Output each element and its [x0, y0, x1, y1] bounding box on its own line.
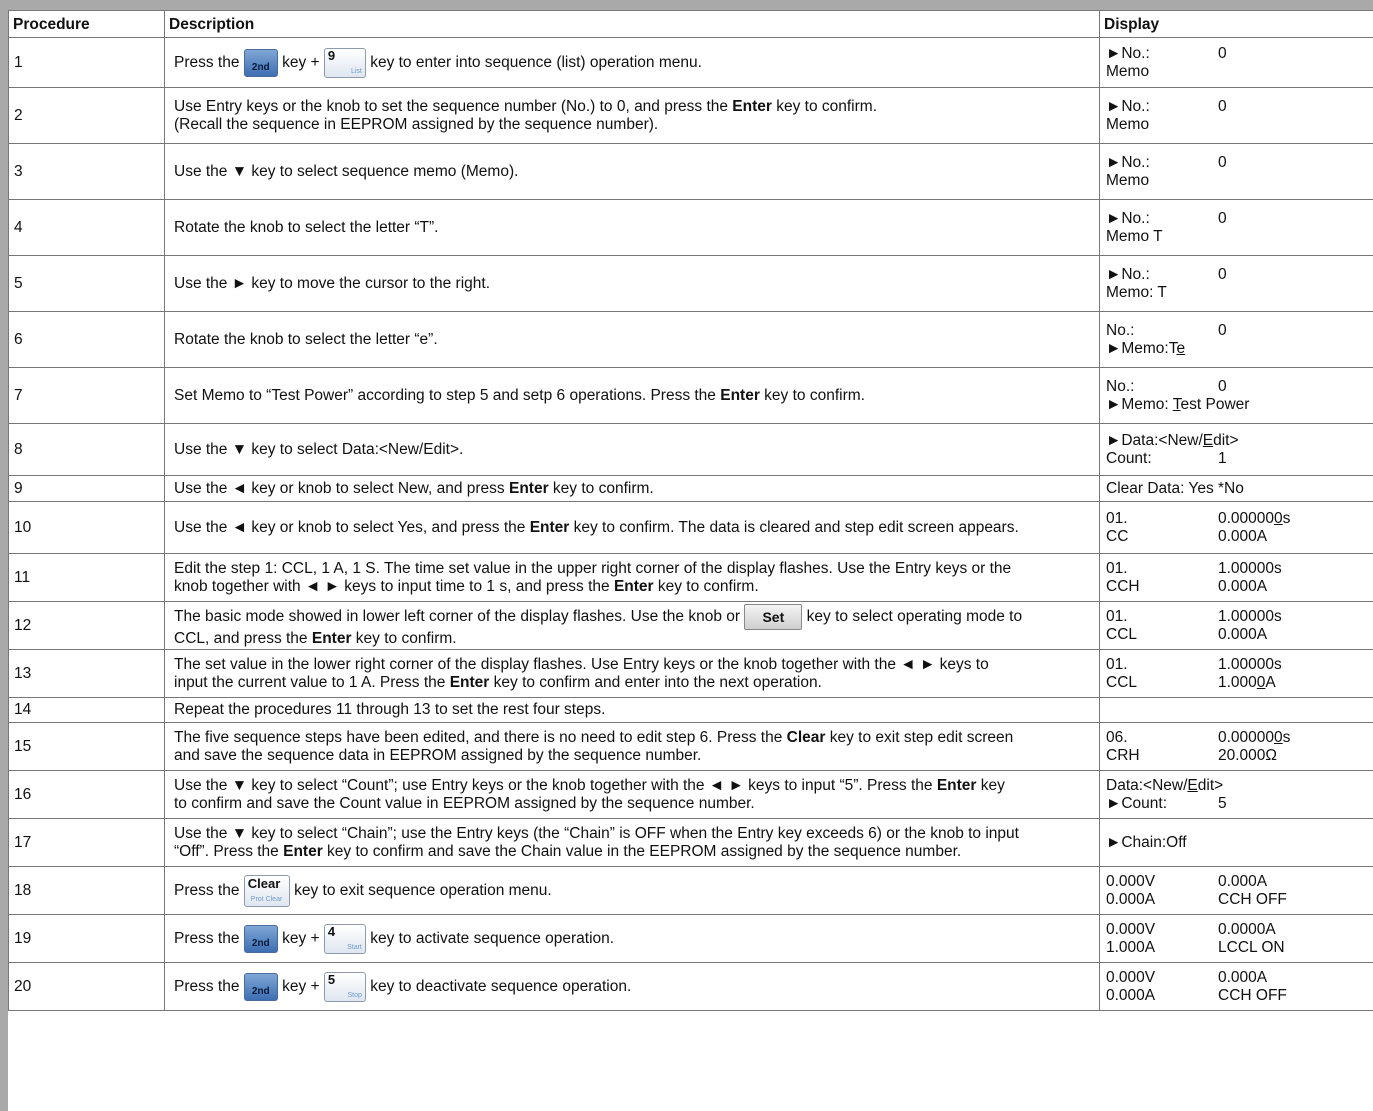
step-description: The set value in the lower right corner … [164, 649, 1100, 698]
step-description: Use the ◄ key or knob to select New, and… [164, 475, 1100, 502]
display-readout: Data:<New/Edit> ►Count: 5 [1099, 770, 1373, 819]
step-number: 12 [8, 601, 165, 650]
display-readout: No.: 0 ►Memo:Te [1099, 311, 1373, 368]
step-description: Use the ▼ key to select Data:<New/Edit>. [164, 423, 1100, 476]
step-number: 18 [8, 866, 165, 915]
table-row: 4 Rotate the knob to select the letter “… [8, 199, 1373, 256]
table-row: 15 The five sequence steps have been edi… [8, 722, 1373, 771]
step-description: Rotate the knob to select the letter “T”… [164, 199, 1100, 256]
display-readout: ►No.: 0 Memo T [1099, 199, 1373, 256]
display-readout: 01. 1.00000s CCH 0.000A [1099, 553, 1373, 602]
header-display: Display [1099, 10, 1373, 38]
table-row: 19 Press the 2nd key + 4 Start key to act… [8, 914, 1373, 963]
step-description: Set Memo to “Test Power” according to st… [164, 367, 1100, 424]
key-5-stop-icon: 5 Stop [323, 971, 366, 1002]
step-number: 19 [8, 914, 165, 963]
procedure-table: Procedure Description Display 1 Press th… [8, 10, 1373, 1011]
step-number: 13 [8, 649, 165, 698]
table-row: 1 Press the 2nd key + 9 List key to enter… [8, 37, 1373, 88]
display-readout: ►Chain:Off [1099, 818, 1373, 867]
display-readout: No.: 0 ►Memo: Test Power [1099, 367, 1373, 424]
table-row: 8 Use the ▼ key to select Data:<New/Edit… [8, 423, 1373, 476]
key-2nd-icon: 2nd [243, 924, 278, 953]
step-description: Repeat the procedures 11 through 13 to s… [164, 697, 1100, 723]
table-row: 16 Use the ▼ key to select “Count”; use … [8, 770, 1373, 819]
table-row: 12 The basic mode showed in lower left c… [8, 601, 1373, 650]
header-procedure: Procedure [8, 10, 165, 38]
table-row: 17 Use the ▼ key to select “Chain”; use … [8, 818, 1373, 867]
step-number: 10 [8, 501, 165, 554]
display-readout: ►No.: 0 Memo: T [1099, 255, 1373, 312]
left-border [0, 10, 8, 1111]
step-description: Use the ◄ key or knob to select Yes, and… [164, 501, 1100, 554]
step-description: Use the ▼ key to select sequence memo (M… [164, 143, 1100, 200]
table-row: 14 Repeat the procedures 11 through 13 t… [8, 697, 1373, 723]
clear-key-icon: Clear Prot Clear [243, 874, 290, 907]
step-number: 20 [8, 962, 165, 1011]
step-description: The basic mode showed in lower left corn… [164, 601, 1100, 650]
key-9-list-icon: 9 List [323, 47, 366, 78]
display-readout: 0.000V 0.000A 0.000A CCH OFF [1099, 866, 1373, 915]
step-number: 6 [8, 311, 165, 368]
step-description: The five sequence steps have been edited… [164, 722, 1100, 771]
display-readout: ►No.: 0 Memo [1099, 143, 1373, 200]
table-row: 5 Use the ► key to move the cursor to th… [8, 255, 1373, 312]
step-number: 3 [8, 143, 165, 200]
step-description: Press the 2nd key + 4 Start key to activa… [164, 914, 1100, 963]
step-number: 7 [8, 367, 165, 424]
step-number: 8 [8, 423, 165, 476]
display-readout: 01. 1.00000s CCL 0.000A [1099, 601, 1373, 650]
display-readout [1099, 697, 1373, 723]
step-description: Use the ▼ key to select “Chain”; use the… [164, 818, 1100, 867]
step-description: Press the Clear Prot Clear key to exit se… [164, 866, 1100, 915]
table-row: 11 Edit the step 1: CCL, 1 A, 1 S. The t… [8, 553, 1373, 602]
table-row: 20 Press the 2nd key + 5 Stop key to deac… [8, 962, 1373, 1011]
display-readout: ►No.: 0 Memo [1099, 37, 1373, 88]
table-row: 10 Use the ◄ key or knob to select Yes, … [8, 501, 1373, 554]
step-number: 16 [8, 770, 165, 819]
display-readout: 01. 0.000000s CC 0.000A [1099, 501, 1373, 554]
step-description: Use the ► key to move the cursor to the … [164, 255, 1100, 312]
step-number: 14 [8, 697, 165, 723]
display-readout: 0.000V 0.0000A 1.000A LCCL ON [1099, 914, 1373, 963]
top-border [0, 0, 1373, 10]
step-number: 2 [8, 87, 165, 144]
display-readout: 01. 1.00000s CCL 1.0000A [1099, 649, 1373, 698]
display-readout: Clear Data: Yes *No [1099, 475, 1373, 502]
display-readout: 06. 0.000000s CRH 20.000Ω [1099, 722, 1373, 771]
step-number: 9 [8, 475, 165, 502]
display-readout: 0.000V 0.000A 0.000A CCH OFF [1099, 962, 1373, 1011]
step-description: Rotate the knob to select the letter “e”… [164, 311, 1100, 368]
step-number: 5 [8, 255, 165, 312]
table-row: 13 The set value in the lower right corn… [8, 649, 1373, 698]
key-2nd-icon: 2nd [243, 972, 278, 1001]
step-number: 1 [8, 37, 165, 88]
step-description: Edit the step 1: CCL, 1 A, 1 S. The time… [164, 553, 1100, 602]
table-row: 9 Use the ◄ key or knob to select New, a… [8, 475, 1373, 502]
display-readout: ►No.: 0 Memo [1099, 87, 1373, 144]
step-number: 11 [8, 553, 165, 602]
display-readout: ►Data:<New/Edit> Count: 1 [1099, 423, 1373, 476]
table-header: Procedure Description Display [8, 10, 1373, 38]
step-description: Use Entry keys or the knob to set the se… [164, 87, 1100, 144]
table-row: 2 Use Entry keys or the knob to set the … [8, 87, 1373, 144]
table-row: 18 Press the Clear Prot Clear key to exit… [8, 866, 1373, 915]
step-number: 17 [8, 818, 165, 867]
step-number: 15 [8, 722, 165, 771]
set-key-icon: Set [744, 603, 803, 630]
header-description: Description [164, 10, 1100, 38]
page: Procedure Description Display 1 Press th… [0, 0, 1373, 1111]
step-description: Use the ▼ key to select “Count”; use Ent… [164, 770, 1100, 819]
step-description: Press the 2nd key + 9 List key to enter i… [164, 37, 1100, 88]
table-row: 3 Use the ▼ key to select sequence memo … [8, 143, 1373, 200]
table-row: 7 Set Memo to “Test Power” according to … [8, 367, 1373, 424]
key-4-start-icon: 4 Start [323, 923, 366, 954]
key-2nd-icon: 2nd [243, 48, 278, 77]
step-description: Press the 2nd key + 5 Stop key to deactiv… [164, 962, 1100, 1011]
table-row: 6 Rotate the knob to select the letter “… [8, 311, 1373, 368]
step-number: 4 [8, 199, 165, 256]
